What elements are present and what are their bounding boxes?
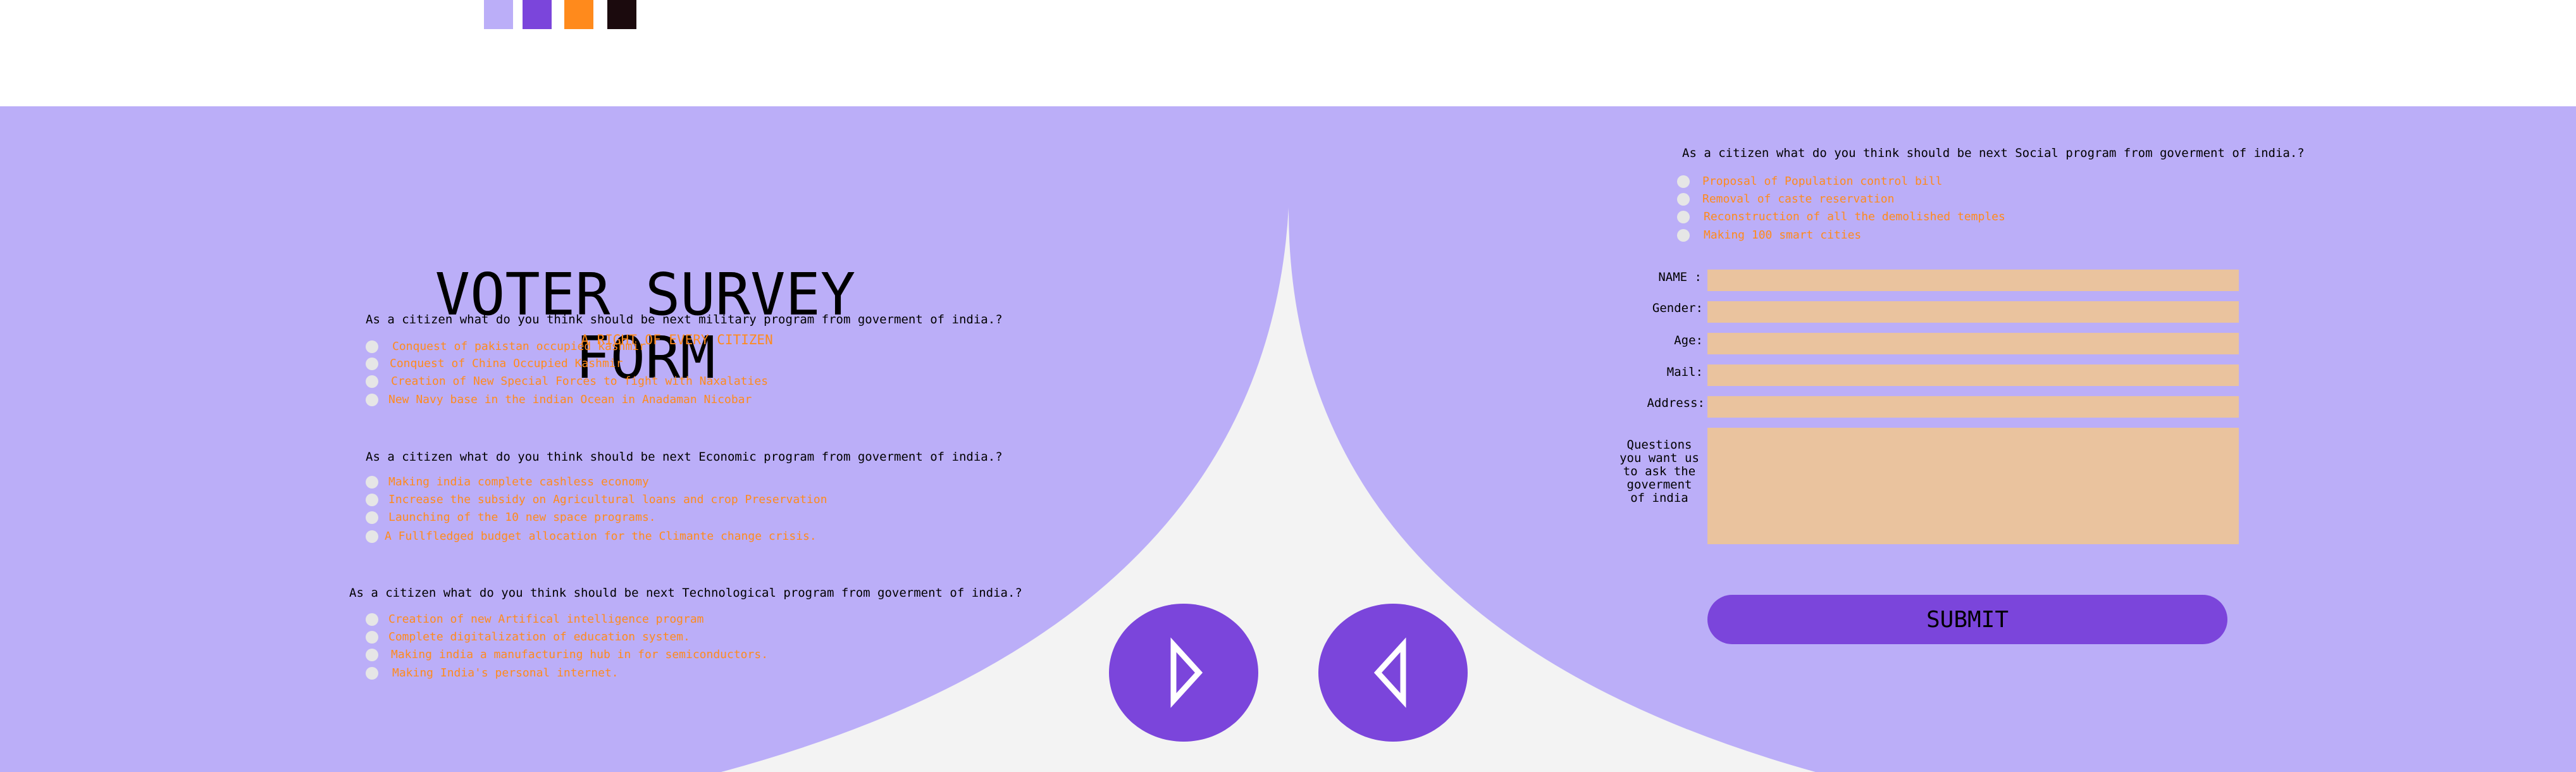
radio-button[interactable] xyxy=(366,667,378,680)
option-label: Making India's personal internet. xyxy=(392,666,619,680)
gender-field[interactable] xyxy=(1707,301,2239,323)
previous-button[interactable] xyxy=(1318,604,1468,742)
radio-button[interactable] xyxy=(366,530,378,543)
age-field[interactable] xyxy=(1707,333,2239,354)
radio-button[interactable] xyxy=(366,631,378,644)
questions-label: Questions you want us to ask the goverme… xyxy=(1619,438,1699,505)
radio-button[interactable] xyxy=(366,476,378,489)
option-label: Making 100 smart cities xyxy=(1704,228,1862,242)
radio-button[interactable] xyxy=(1677,175,1690,188)
option-label: New Navy base in the indian Ocean in Ana… xyxy=(388,393,752,406)
radio-button[interactable] xyxy=(366,649,378,661)
survey-panel: VOTER SURVEY FORM A RIGHT OF EVERY CITIZ… xyxy=(0,106,2576,772)
gender-label: Gender: xyxy=(1652,301,1703,315)
radio-button[interactable] xyxy=(366,494,378,506)
option-label: Increase the subsidy on Agricultural loa… xyxy=(388,493,827,506)
option-label: Making india a manufacturing hub in for … xyxy=(391,648,769,661)
radio-button[interactable] xyxy=(1677,211,1690,223)
economic-question: As a citizen what do you think should be… xyxy=(366,450,1003,464)
radio-button[interactable] xyxy=(366,375,378,388)
radio-button[interactable] xyxy=(366,394,378,406)
radio-button[interactable] xyxy=(1677,229,1690,242)
option-label: Creation of new Artifical intelligence p… xyxy=(388,613,704,626)
option-label: Reconstruction of all the demolished tem… xyxy=(1704,210,2005,223)
option-label: Complete digitalization of education sys… xyxy=(388,630,690,644)
submit-button[interactable]: SUBMIT xyxy=(1707,595,2227,644)
option-label: Making india complete cashless economy xyxy=(388,475,649,489)
radio-button[interactable] xyxy=(366,613,378,626)
option-label: Conquest of pakistan occupied kashmir xyxy=(392,340,646,353)
mail-label: Mail: xyxy=(1666,365,1703,379)
age-label: Age: xyxy=(1674,333,1703,347)
play-right-triangle-icon xyxy=(1170,637,1203,708)
option-label: Conquest of China Occupied Kashmir xyxy=(390,357,623,370)
radio-button[interactable] xyxy=(366,340,378,353)
name-label: NAME : xyxy=(1658,270,1702,284)
option-label: A Fullfledged budget allocation for the … xyxy=(385,530,817,543)
option-label: Proposal of Population control bill xyxy=(1702,175,1943,188)
military-question: As a citizen what do you think should be… xyxy=(366,313,1003,327)
name-field[interactable] xyxy=(1707,270,2239,291)
questions-field[interactable] xyxy=(1707,428,2239,544)
color-swatch-dark xyxy=(607,0,636,29)
mail-field[interactable] xyxy=(1707,364,2239,386)
radio-button[interactable] xyxy=(1677,193,1690,206)
radio-button[interactable] xyxy=(366,511,378,524)
option-label: Removal of caste reservation xyxy=(1702,192,1895,206)
next-button[interactable] xyxy=(1109,604,1258,742)
social-question: As a citizen what do you think should be… xyxy=(1682,146,2305,160)
color-swatch-purple xyxy=(523,0,552,29)
address-field[interactable] xyxy=(1707,396,2239,418)
technological-question: As a citizen what do you think should be… xyxy=(349,586,1022,600)
option-label: Launching of the 10 new space programs. xyxy=(388,511,656,524)
option-label: Creation of New Special Forces to fight … xyxy=(391,375,769,388)
color-swatch-orange xyxy=(564,0,593,29)
address-label: Address: xyxy=(1647,396,1705,410)
color-swatch-lavender xyxy=(484,0,513,29)
play-left-triangle-icon xyxy=(1373,637,1406,708)
radio-button[interactable] xyxy=(366,358,378,370)
